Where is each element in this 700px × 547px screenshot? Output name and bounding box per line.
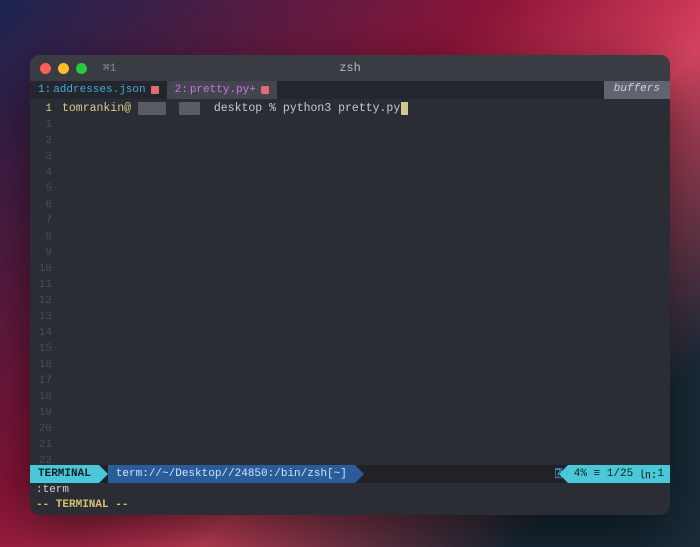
redacted-host: ████ [138,102,166,115]
line-number: 15 [30,341,52,357]
redacted-host: ███ [179,102,200,115]
line-number: 12 [30,293,52,309]
line-number: 21 [30,437,52,453]
line-number: 11 [30,277,52,293]
close-icon[interactable] [40,63,51,74]
minimize-icon[interactable] [58,63,69,74]
buffer-index: 1: [38,84,51,96]
buffer-name: pretty.py+ [190,84,256,96]
line-number: 1 [30,117,52,133]
line-number: 19 [30,405,52,421]
line-number: 13 [30,309,52,325]
cursor-icon [401,102,408,115]
status-lines: 1/25 [607,468,633,480]
prompt-line: tomrankin@ ████ ███ desktop % python3 pr… [62,101,666,117]
line-number: 3 [30,149,52,165]
status-position: 4% ≡ 1/25 ㏑:1 [568,465,670,483]
buffer-line: 1: addresses.json 2: pretty.py+ buffers [30,81,670,99]
line-number: 22 [30,453,52,465]
status-spacer [355,465,549,483]
line-number: 14 [30,325,52,341]
line-number: 8 [30,229,52,245]
titlebar[interactable]: ⌘1 zsh [30,55,670,81]
buffer-name: addresses.json [53,84,145,96]
status-path: term://~/Desktop//24850:/bin/zsh[~] [108,465,355,483]
buffers-label: buffers [604,81,670,99]
line-number: 18 [30,389,52,405]
line-number: 6 [30,197,52,213]
status-line: TERMINAL term://~/Desktop//24850:/bin/zs… [30,465,670,483]
fullscreen-icon[interactable] [76,63,87,74]
status-col: 1 [657,468,664,480]
line-number: 20 [30,421,52,437]
status-mode: TERMINAL [30,465,99,483]
traffic-lights [40,63,87,74]
line-number: 16 [30,357,52,373]
command-line[interactable]: :term [30,483,670,499]
prompt-user: tomrankin@ [62,102,131,115]
status-col-icon: ㏑: [640,466,658,482]
buffer-index: 2: [175,84,188,96]
prompt-symbol: % [269,102,276,115]
line-number: 7 [30,213,52,229]
status-sep: ≡ [594,468,601,480]
tab-indicator: ⌘1 [103,61,116,75]
prompt-path: desktop [214,102,262,115]
line-number: 5 [30,181,52,197]
line-number: 10 [30,261,52,277]
line-number: 9 [30,245,52,261]
tab-addresses[interactable]: 1: addresses.json [30,81,167,99]
status-percent: 4% [574,468,587,480]
line-number: 4 [30,165,52,181]
tab-pretty[interactable]: 2: pretty.py+ [167,81,277,99]
line-number-gutter: 1 1 2 3 4 5 6 7 8 9 10 11 12 13 14 15 16… [30,99,58,465]
line-number: 2 [30,133,52,149]
terminal-window: ⌘1 zsh 1: addresses.json 2: pretty.py+ b… [30,55,670,515]
line-number: 17 [30,373,52,389]
editor-area: 1 1 2 3 4 5 6 7 8 9 10 11 12 13 14 15 16… [30,99,670,465]
terminal-content[interactable]: tomrankin@ ████ ███ desktop % python3 pr… [58,99,670,465]
line-number: 1 [30,101,52,117]
modified-icon [261,86,269,94]
mode-message: -- TERMINAL -- [30,499,670,515]
modified-icon [151,86,159,94]
command-text: python3 pretty.py [283,102,400,115]
window-title: zsh [339,61,361,75]
